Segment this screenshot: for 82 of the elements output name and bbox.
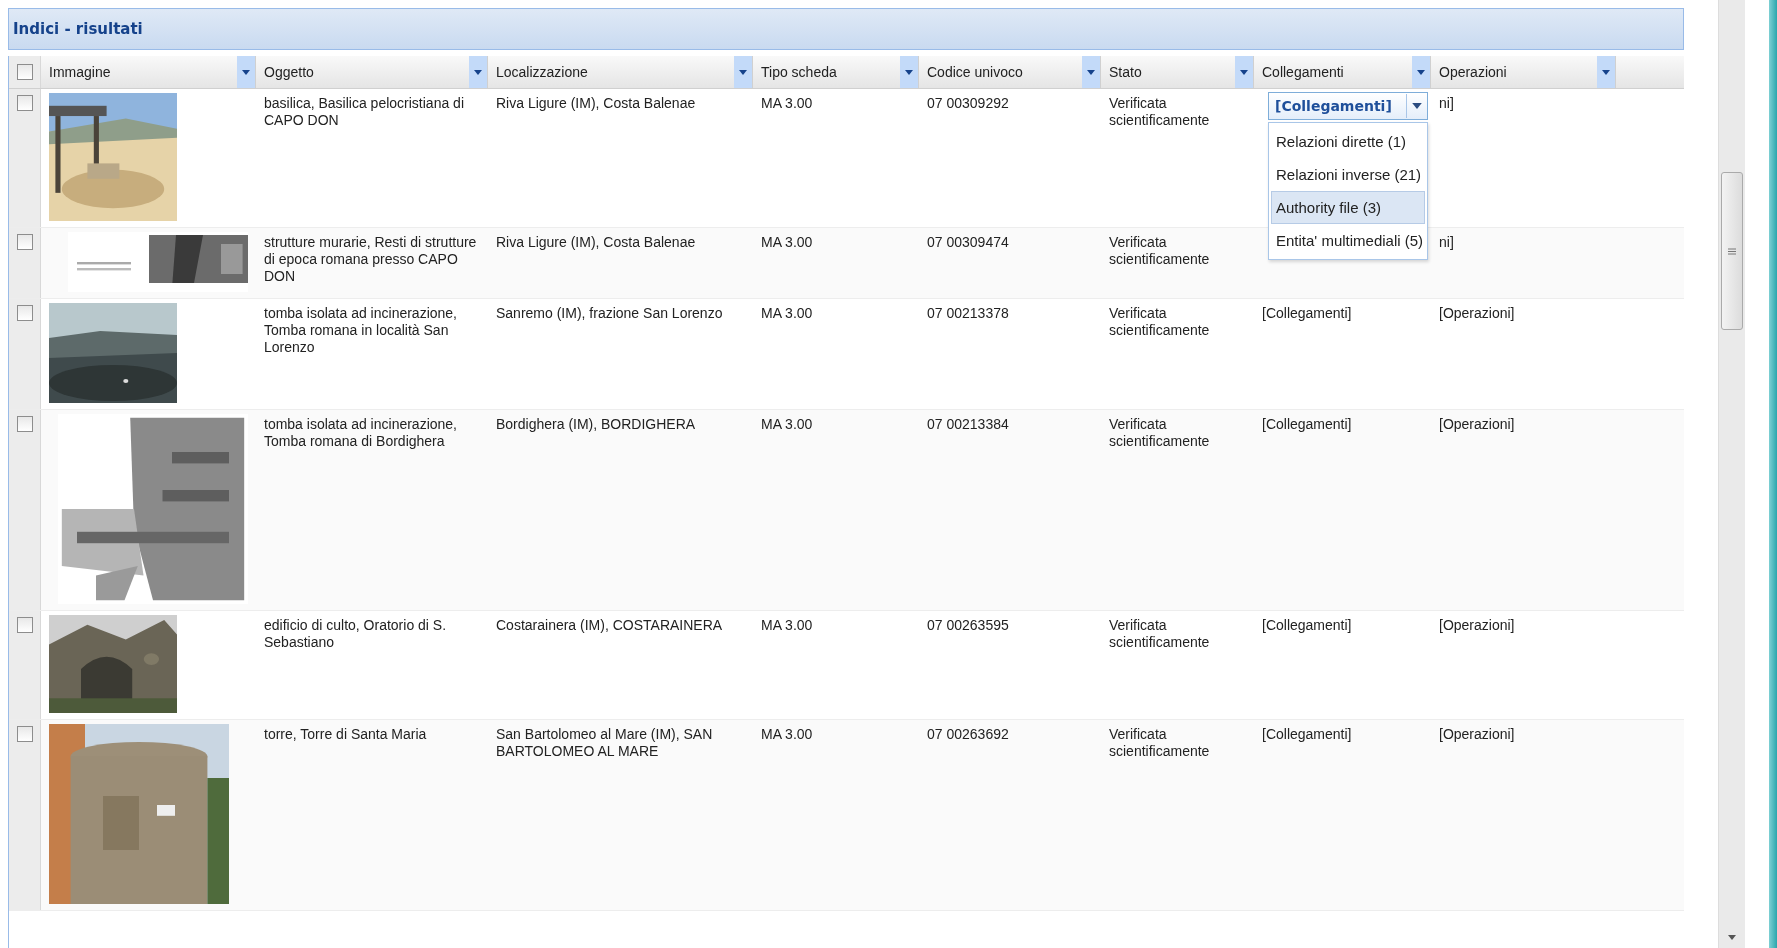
sort-menu-icon xyxy=(1417,69,1425,75)
scrollbar[interactable] xyxy=(1718,0,1746,948)
dropdown-option[interactable]: Entita' multimediali (5) xyxy=(1271,224,1425,257)
sort-menu-icon xyxy=(739,69,747,75)
row-checkbox[interactable] xyxy=(16,416,33,432)
scroll-down-icon[interactable] xyxy=(1728,935,1737,940)
column-header[interactable]: Immagine xyxy=(49,64,111,80)
panel-title: Indici - risultati xyxy=(13,20,143,38)
operations-link[interactable]: ni] xyxy=(1439,234,1454,250)
column-header[interactable]: Tipo scheda xyxy=(761,64,837,80)
table-cell: MA 3.00 xyxy=(761,305,813,321)
grip-icon xyxy=(1728,247,1737,255)
operations-link[interactable]: ni] xyxy=(1439,95,1454,111)
table-cell: MA 3.00 xyxy=(761,416,813,432)
table-cell: Verificata scientificamente xyxy=(1109,416,1210,449)
table-cell: 07 00263595 xyxy=(927,617,1009,633)
table-cell: Riva Ligure (IM), Costa Balenae xyxy=(496,95,696,111)
row-checkbox[interactable] xyxy=(16,305,33,321)
table-cell: Bordighera (IM), BORDIGHERA xyxy=(496,416,696,432)
sort-menu-icon xyxy=(1087,69,1095,75)
column-menu-button[interactable] xyxy=(1597,56,1615,88)
links-link[interactable]: [Collegamenti] xyxy=(1262,617,1352,633)
table-cell: tomba isolata ad incinerazione, Tomba romana in località San Lorenzo xyxy=(264,305,457,355)
table-cell: MA 3.00 xyxy=(761,234,813,250)
dropdown-option[interactable]: Relazioni inverse (21) xyxy=(1271,158,1425,191)
table-cell: Sanremo (IM), frazione San Lorenzo xyxy=(496,305,723,321)
table-cell: Verificata scientificamente xyxy=(1109,234,1210,267)
sort-menu-icon xyxy=(1602,69,1610,75)
table-cell: Verificata scientificamente xyxy=(1109,95,1210,128)
table-cell: tomba isolata ad incinerazione, Tomba romana di Bordighera xyxy=(264,416,457,449)
column-header[interactable]: Collegamenti xyxy=(1262,64,1344,80)
table-cell: Verificata scientificamente xyxy=(1109,726,1210,759)
scrollbar-thumb[interactable] xyxy=(1721,172,1744,330)
row-checkbox[interactable] xyxy=(16,617,33,633)
links-link[interactable]: [Collegamenti] xyxy=(1262,726,1352,742)
column-header[interactable]: Stato xyxy=(1109,64,1142,80)
operations-link[interactable]: [Operazioni] xyxy=(1439,617,1515,633)
links-link[interactable]: [Collegamenti] xyxy=(1262,416,1352,432)
table-cell: MA 3.00 xyxy=(761,95,813,111)
table-cell: MA 3.00 xyxy=(761,617,813,633)
table-cell: 07 00309292 xyxy=(927,95,1009,111)
column-menu-button[interactable] xyxy=(1235,56,1253,88)
table-cell: 07 00263692 xyxy=(927,726,1009,742)
column-menu-button[interactable] xyxy=(1412,56,1430,88)
row-checkbox[interactable] xyxy=(16,234,33,250)
column-header[interactable]: Localizzazione xyxy=(496,64,588,80)
dropdown-option[interactable]: Relazioni dirette (1) xyxy=(1271,125,1425,158)
links-select[interactable]: [Collegamenti] xyxy=(1268,92,1428,120)
operations-link[interactable]: [Operazioni] xyxy=(1439,726,1515,742)
table-cell: strutture murarie, Resti di strutture di epoca romana presso CAPO DON xyxy=(264,234,477,284)
column-menu-button[interactable] xyxy=(469,56,487,88)
column-header[interactable]: Codice univoco xyxy=(927,64,1023,80)
column-menu-button[interactable] xyxy=(734,56,752,88)
operations-link[interactable]: [Operazioni] xyxy=(1439,416,1515,432)
table-cell: San Bartolomeo al Mare (IM), SAN BARTOLOMEO AL MARE xyxy=(496,726,713,759)
sort-menu-icon xyxy=(242,69,250,75)
table-cell: Riva Ligure (IM), Costa Balenae xyxy=(496,234,696,250)
column-header[interactable]: Oggetto xyxy=(264,64,314,80)
column-menu-button[interactable] xyxy=(1082,56,1100,88)
column-menu-button[interactable] xyxy=(900,56,918,88)
dropdown-option[interactable]: Authority file (3) xyxy=(1271,191,1425,224)
table-cell: basilica, Basilica pelocristiana di CAPO DON xyxy=(264,95,464,128)
table-cell: Verificata scientificamente xyxy=(1109,305,1210,338)
operations-link[interactable]: [Operazioni] xyxy=(1439,305,1515,321)
row-checkbox[interactable] xyxy=(16,726,33,742)
sort-menu-icon xyxy=(1240,69,1248,75)
table-cell: MA 3.00 xyxy=(761,726,813,742)
select-all-checkbox[interactable] xyxy=(16,64,33,80)
column-menu-button[interactable] xyxy=(237,56,255,88)
table-cell: torre, Torre di Santa Maria xyxy=(264,726,427,742)
table-cell: edificio di culto, Oratorio di S. Sebastiano xyxy=(264,617,447,650)
sort-menu-icon xyxy=(905,69,913,75)
table-cell: 07 00213378 xyxy=(927,305,1009,321)
table-cell: Costarainera (IM), COSTARAINERA xyxy=(496,617,723,633)
chevron-down-icon xyxy=(1412,103,1422,109)
row-checkbox[interactable] xyxy=(16,95,33,111)
table-cell: 07 00213384 xyxy=(927,416,1009,432)
links-link[interactable]: [Collegamenti] xyxy=(1262,305,1352,321)
table-cell: Verificata scientificamente xyxy=(1109,617,1210,650)
table-cell: 07 00309474 xyxy=(927,234,1009,250)
column-header[interactable]: Operazioni xyxy=(1439,64,1507,80)
sort-menu-icon xyxy=(474,69,482,75)
